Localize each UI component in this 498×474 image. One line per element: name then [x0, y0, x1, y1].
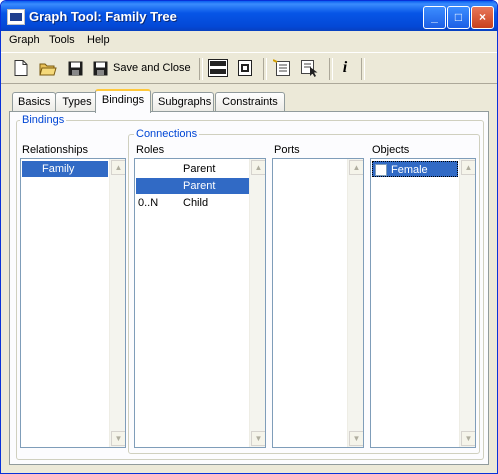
open-folder-icon[interactable]	[37, 57, 59, 79]
role-item[interactable]: 0..N Child	[136, 195, 249, 211]
app-icon	[7, 9, 25, 25]
maximize-button[interactable]: □	[447, 6, 470, 29]
window-title: Graph Tool: Family Tree	[29, 9, 177, 24]
roles-list[interactable]: Parent Parent 0..N Child ▲ ▼	[134, 158, 266, 448]
tab-constraints[interactable]: Constraints	[215, 92, 285, 111]
new-icon[interactable]	[11, 57, 31, 79]
role-item[interactable]: Parent	[136, 161, 249, 177]
save-icon[interactable]	[65, 57, 85, 79]
tab-subgraphs[interactable]: Subgraphs	[152, 92, 214, 111]
title-bar[interactable]: Graph Tool: Family Tree _ □ ×	[1, 1, 497, 31]
add-list-icon[interactable]	[271, 57, 293, 79]
save-and-close-label: Save and Close	[113, 62, 191, 74]
scroll-up-icon[interactable]: ▲	[111, 160, 125, 175]
tab-bindings[interactable]: Bindings	[95, 89, 151, 113]
document-icon[interactable]	[235, 57, 255, 79]
window: Graph Tool: Family Tree _ □ × Graph Tool…	[0, 0, 498, 474]
metamodel-icon[interactable]	[207, 57, 229, 79]
toolbar: Save and Close i	[1, 52, 497, 84]
scroll-down-icon[interactable]: ▼	[251, 431, 265, 446]
scroll-up-icon[interactable]: ▲	[349, 160, 363, 175]
menu-help[interactable]: Help	[87, 34, 110, 46]
menu-graph[interactable]: Graph	[9, 34, 40, 46]
objects-label: Objects	[372, 144, 410, 156]
bindings-panel: Bindings Relationships Family ▲ ▼ Connec…	[9, 111, 489, 465]
save-close-icon	[93, 61, 108, 75]
info-icon[interactable]: i	[337, 57, 353, 79]
ports-label: Ports	[274, 144, 300, 156]
close-button[interactable]: ×	[471, 6, 494, 29]
scroll-down-icon[interactable]: ▼	[461, 431, 475, 446]
tab-types[interactable]: Types	[55, 92, 99, 111]
role-name: Parent	[183, 163, 216, 175]
menu-tools[interactable]: Tools	[49, 34, 75, 46]
scroll-up-icon[interactable]: ▲	[461, 160, 475, 175]
relationships-scrollbar[interactable]: ▲ ▼	[109, 159, 125, 447]
ports-list[interactable]: ▲ ▼	[272, 158, 364, 448]
connections-group-label: Connections	[134, 128, 200, 140]
bindings-group-label: Bindings	[20, 114, 67, 126]
relationship-item-family[interactable]: Family	[22, 161, 108, 177]
role-item[interactable]: Parent	[136, 178, 249, 194]
select-pointer-icon[interactable]	[299, 57, 321, 79]
toolbar-separator	[199, 58, 203, 80]
tab-basics[interactable]: Basics	[12, 92, 56, 111]
save-and-close-button[interactable]: Save and Close	[93, 57, 193, 79]
minimize-button[interactable]: _	[423, 6, 446, 29]
relationships-list[interactable]: Family ▲ ▼	[20, 158, 126, 448]
scroll-up-icon[interactable]: ▲	[251, 160, 265, 175]
role-name: Parent	[183, 180, 216, 192]
object-item-female[interactable]: Female	[372, 161, 458, 177]
scroll-down-icon[interactable]: ▼	[111, 431, 125, 446]
role-name: Child	[183, 197, 209, 209]
checkbox[interactable]	[375, 164, 387, 176]
toolbar-separator	[263, 58, 267, 80]
toolbar-separator	[361, 58, 365, 80]
roles-label: Roles	[136, 144, 165, 156]
menu-bar: Graph Tools Help	[1, 31, 497, 51]
roles-scrollbar[interactable]: ▲ ▼	[249, 159, 265, 447]
ports-scrollbar[interactable]: ▲ ▼	[347, 159, 363, 447]
toolbar-separator	[329, 58, 333, 80]
object-name: Female	[391, 164, 428, 176]
objects-scrollbar[interactable]: ▲ ▼	[459, 159, 475, 447]
role-cardinality: 0..N	[138, 197, 159, 209]
relationships-label: Relationships	[22, 144, 89, 156]
objects-list[interactable]: Female ▲ ▼	[370, 158, 476, 448]
scroll-down-icon[interactable]: ▼	[349, 431, 363, 446]
